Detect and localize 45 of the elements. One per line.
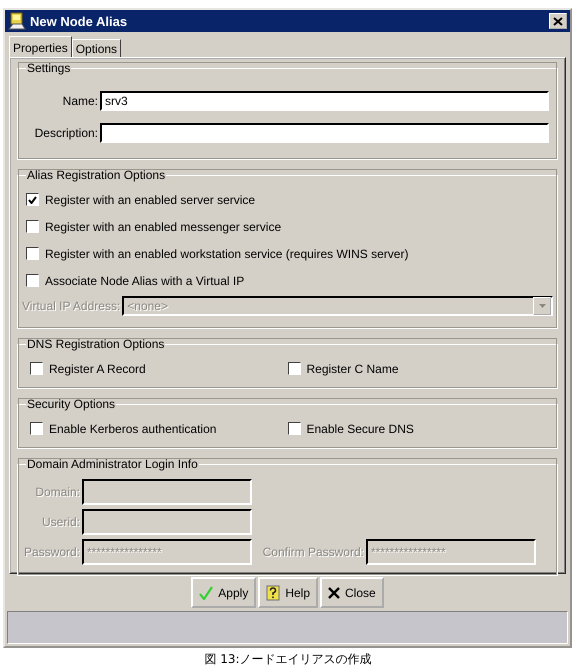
- help-button[interactable]: Help: [258, 577, 318, 608]
- group-title: Alias Registration Options: [26, 168, 166, 182]
- group-title: Domain Administrator Login Info: [26, 457, 199, 471]
- checkbox[interactable]: [288, 362, 300, 375]
- checkbox[interactable]: [26, 247, 39, 260]
- tab[interactable]: Properties: [9, 36, 72, 57]
- check-icon: [28, 196, 37, 204]
- caret-icon: [538, 304, 546, 308]
- figure-caption: 図 13:ノードエイリアスの作成: [203, 651, 373, 668]
- checkbox-label: Register with an enabled messenger service: [45, 220, 282, 234]
- close-icon: [328, 586, 340, 598]
- group-title: Security Options: [26, 397, 116, 411]
- checkbox-label: Associate Node Alias with a Virtual IP: [45, 274, 244, 288]
- checkbox-label: Register with an enabled workstation service (requires WINS server): [45, 246, 408, 260]
- group-title: DNS Registration Options: [26, 337, 166, 351]
- close-button[interactable]: Close: [320, 577, 384, 608]
- close-icon: [553, 16, 563, 26]
- computer-icon: [8, 12, 26, 30]
- input-field[interactable]: srv3: [100, 91, 549, 111]
- field-label: Description:: [34, 126, 98, 140]
- checkbox[interactable]: [288, 422, 300, 435]
- checkbox[interactable]: [26, 220, 39, 233]
- field-label: Virtual IP Address:: [22, 299, 120, 313]
- checkbox[interactable]: [30, 422, 43, 435]
- field-label: Userid:: [40, 515, 81, 529]
- input-field[interactable]: [100, 123, 549, 143]
- checkbox[interactable]: [30, 362, 43, 375]
- help-icon: [266, 584, 280, 600]
- field-label: Password:: [22, 545, 81, 559]
- checkbox-label: Enable Secure DNS: [306, 422, 414, 436]
- checkbox-label: Register with an enabled server service: [45, 192, 256, 206]
- window-title: New Node Alias: [30, 14, 128, 28]
- group-title: Settings: [26, 61, 72, 75]
- tab[interactable]: Options: [72, 39, 122, 57]
- checkbox-label: Register C Name: [306, 362, 399, 376]
- check-icon: [199, 586, 214, 600]
- field-label: Domain:: [34, 485, 81, 499]
- field-label: Confirm Password:: [262, 545, 365, 559]
- checkbox-label: Register A Record: [49, 362, 146, 376]
- apply-button[interactable]: Apply: [191, 577, 256, 608]
- close-button[interactable]: [549, 13, 567, 29]
- checkbox[interactable]: [26, 193, 39, 206]
- field-label: Name:: [62, 94, 98, 108]
- checkbox[interactable]: [26, 274, 39, 287]
- checkbox-label: Enable Kerberos authentication: [49, 422, 216, 436]
